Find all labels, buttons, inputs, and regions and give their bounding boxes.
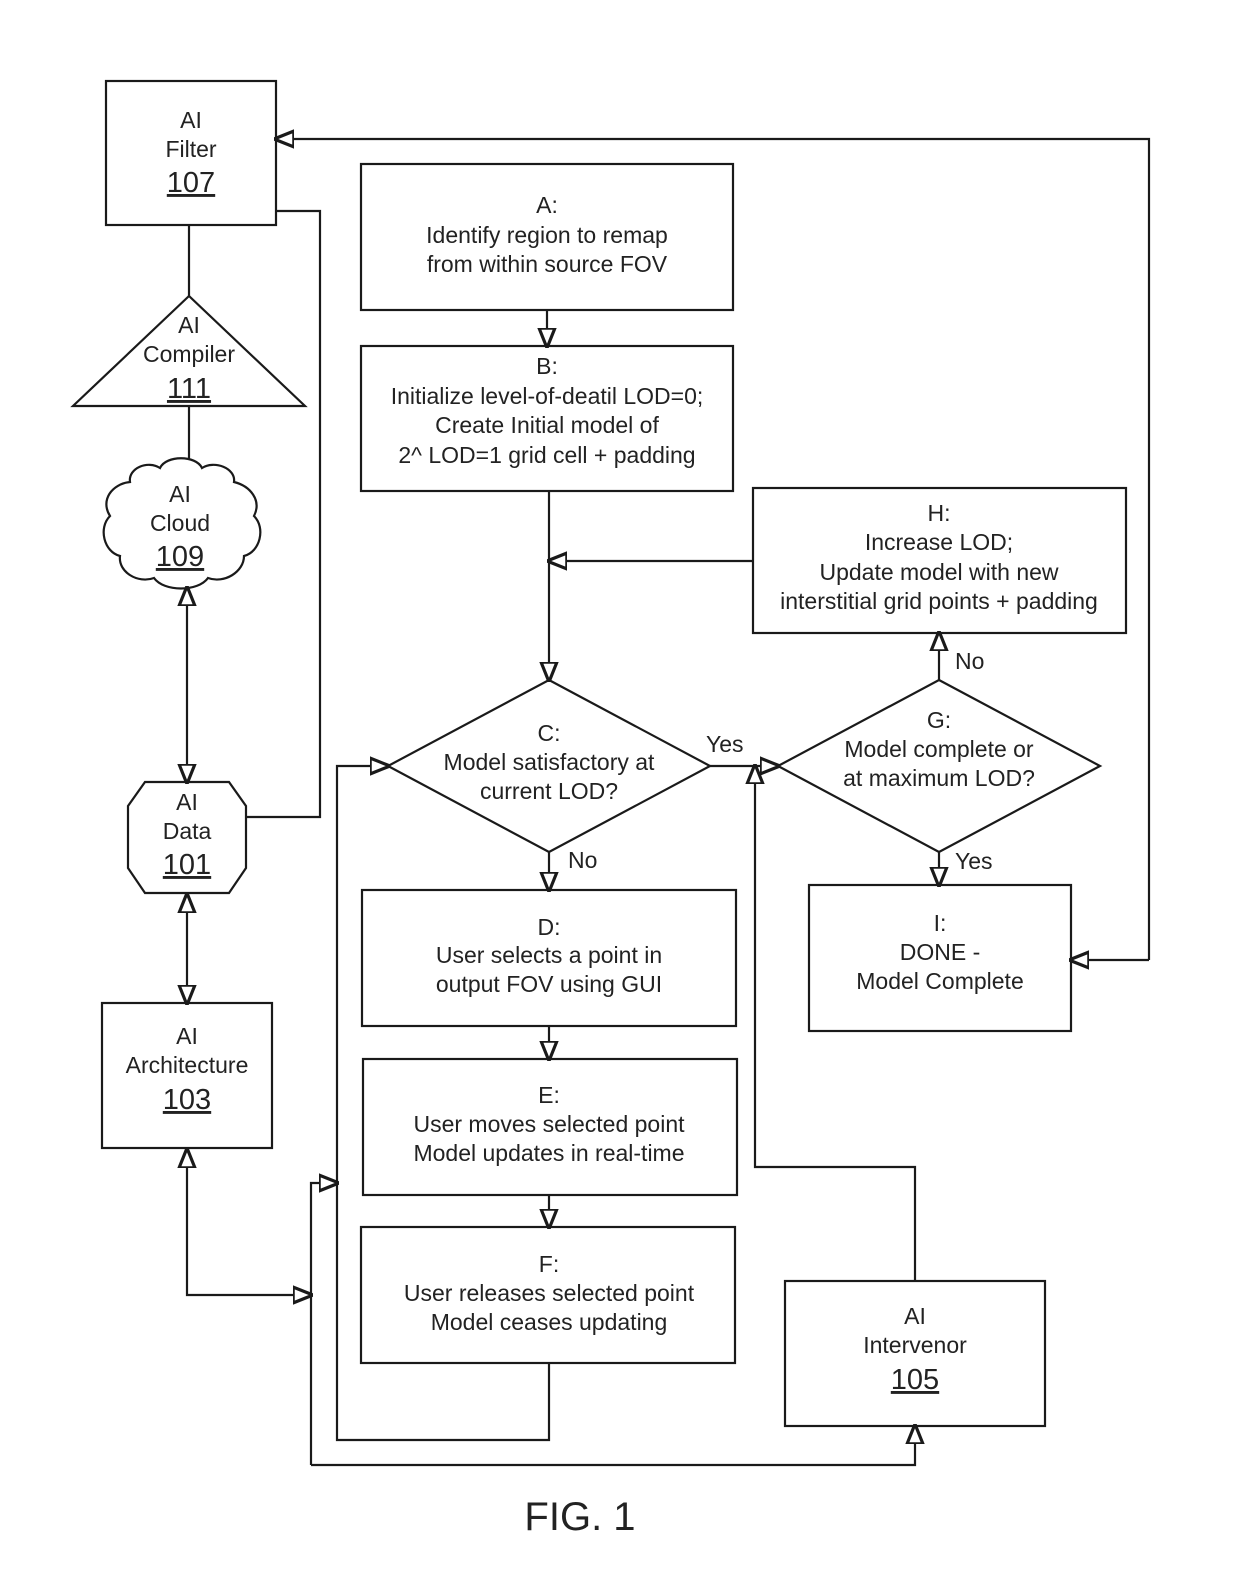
step-i-line: Model Complete <box>856 968 1023 994</box>
step-a-line: from within source FOV <box>427 251 668 277</box>
step-d-box: D: User selects a point in output FOV us… <box>360 888 738 1028</box>
g-no-label: No <box>955 648 984 674</box>
step-b-line: Create Initial model of <box>435 412 659 438</box>
ai-cloud-ref: 109 <box>156 541 204 573</box>
step-i-line: DONE - <box>900 939 981 965</box>
connector-filter-data <box>246 209 322 819</box>
step-d-line: output FOV using GUI <box>436 971 662 997</box>
step-g-decision: G: Model complete or at maximum LOD? <box>775 678 1103 854</box>
step-h-line: Increase LOD; <box>865 529 1013 555</box>
step-f-box: F: User releases selected point Model ce… <box>359 1225 737 1365</box>
step-g-label: G: <box>927 707 951 733</box>
step-f-label: F: <box>539 1251 559 1277</box>
ai-filter-line2: Filter <box>165 136 216 162</box>
step-a-line: Identify region to remap <box>426 222 668 248</box>
ai-architecture-line1: AI <box>176 1023 198 1049</box>
step-g-line: Model complete or <box>844 736 1034 762</box>
ai-architecture-node: AI Architecture 103 <box>100 1001 274 1150</box>
step-d-label: D: <box>538 914 561 940</box>
step-f-line: Model ceases updating <box>431 1309 668 1335</box>
ai-data-line1: AI <box>176 789 198 815</box>
step-d-line: User selects a point in <box>436 942 662 968</box>
ai-compiler-ref: 111 <box>167 373 211 405</box>
ai-intervenor-line1: AI <box>904 1303 926 1329</box>
step-h-label: H: <box>928 500 951 526</box>
step-h-box: H: Increase LOD; Update model with new i… <box>751 486 1128 635</box>
ai-data-node: AI Data 101 <box>126 780 248 895</box>
ai-architecture-ref: 103 <box>163 1084 211 1116</box>
ai-compiler-node: AI Compiler 111 <box>70 294 308 408</box>
g-yes-label: Yes <box>955 848 993 874</box>
step-e-box: E: User moves selected point Model updat… <box>361 1057 739 1197</box>
ai-data-ref: 101 <box>163 849 211 881</box>
ai-intervenor-ref: 105 <box>891 1364 939 1396</box>
flowchart: AI Filter 107 AI Compiler 111 AI Cloud 1… <box>70 79 1151 1539</box>
ai-cloud-line2: Cloud <box>150 510 210 536</box>
connector-architecture-bus <box>187 1150 311 1295</box>
ai-compiler-line1: AI <box>178 312 200 338</box>
step-e-line: Model updates in real-time <box>413 1140 684 1166</box>
step-c-line: Model satisfactory at <box>444 749 656 775</box>
figure-caption: FIG. 1 <box>524 1495 635 1539</box>
step-i-label: I: <box>934 910 947 936</box>
step-b-line: 2^ LOD=1 grid cell + padding <box>398 442 695 468</box>
step-h-line: interstitial grid points + padding <box>780 588 1098 614</box>
ai-compiler-line2: Compiler <box>143 341 235 367</box>
step-c-decision: C: Model satisfactory at current LOD? <box>385 678 713 854</box>
connector-bus-intervenor <box>311 1426 915 1467</box>
ai-filter-ref: 107 <box>167 167 215 199</box>
ai-intervenor-node: AI Intervenor 105 <box>783 1279 1047 1428</box>
c-yes-label: Yes <box>706 731 744 757</box>
ai-filter-line1: AI <box>180 107 202 133</box>
step-c-label: C: <box>538 720 561 746</box>
connector-bus-e <box>309 1183 337 1465</box>
step-f-line: User releases selected point <box>404 1280 695 1306</box>
c-no-label: No <box>568 847 597 873</box>
step-h-line: Update model with new <box>819 559 1058 585</box>
step-c-line: current LOD? <box>480 778 618 804</box>
ai-architecture-line2: Architecture <box>126 1052 249 1078</box>
ai-intervenor-line2: Intervenor <box>863 1332 967 1358</box>
ai-data-line2: Data <box>163 818 212 844</box>
step-e-line: User moves selected point <box>413 1111 685 1137</box>
step-a-box: A: Identify region to remap from within … <box>359 162 735 312</box>
step-b-line: Initialize level-of-deatil LOD=0; <box>391 383 704 409</box>
step-b-label: B: <box>536 353 558 379</box>
step-g-line: at maximum LOD? <box>843 765 1035 791</box>
ai-cloud-line1: AI <box>169 481 191 507</box>
ai-filter-node: AI Filter 107 <box>104 79 278 227</box>
step-e-label: E: <box>538 1082 560 1108</box>
step-b-box: B: Initialize level-of-deatil LOD=0; Cre… <box>359 344 735 493</box>
step-a-label: A: <box>536 192 558 218</box>
step-i-box: I: DONE - Model Complete <box>807 883 1073 1033</box>
ai-cloud-node: AI Cloud 109 <box>102 457 262 590</box>
